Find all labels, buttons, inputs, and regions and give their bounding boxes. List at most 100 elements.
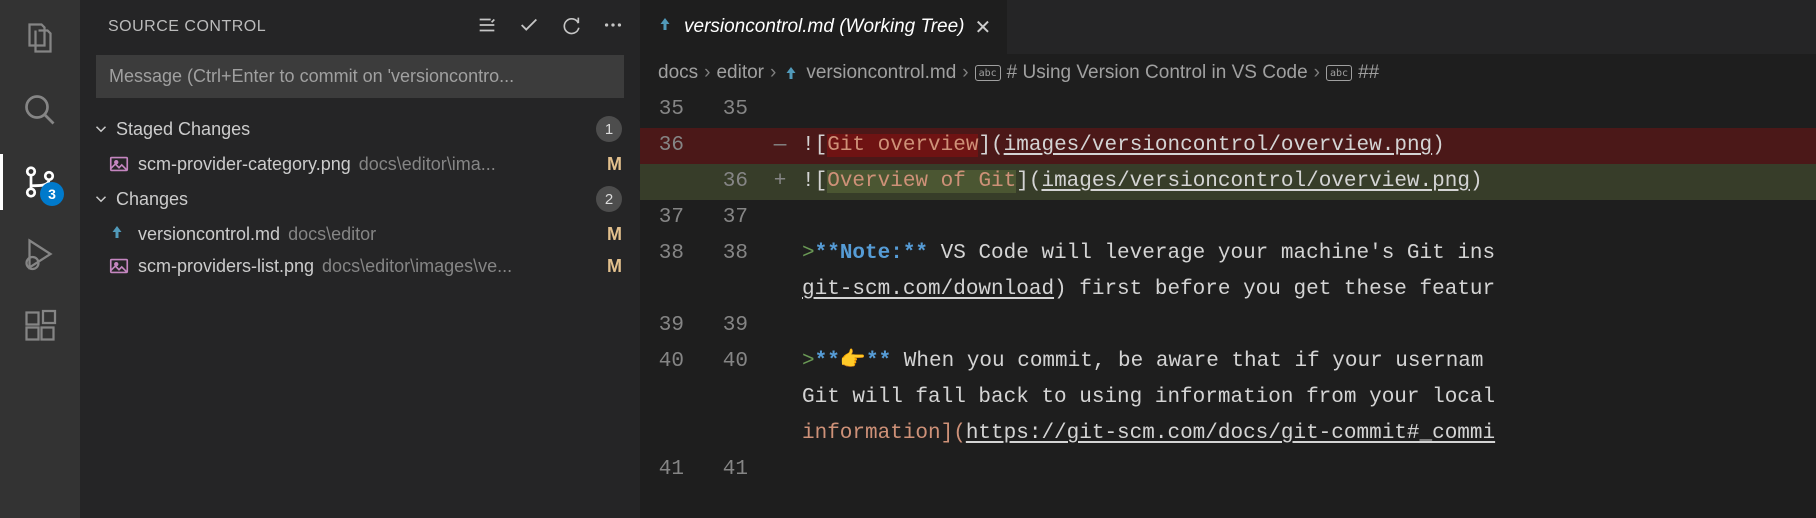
code-line-deleted: 36 — ![Git overview](images/versioncontr… bbox=[640, 128, 1816, 164]
code-text: ![Git overview](images/versioncontrol/ov… bbox=[792, 128, 1816, 164]
symbol-string-icon: abc bbox=[975, 65, 1001, 81]
file-name: versioncontrol.md bbox=[138, 224, 280, 245]
code-text: >**Note:** VS Code will leverage your ma… bbox=[792, 236, 1816, 272]
line-number-new: 35 bbox=[704, 92, 768, 128]
scm-badge: 3 bbox=[40, 182, 64, 206]
gutter: + bbox=[768, 164, 792, 200]
line-number-new bbox=[704, 128, 768, 164]
line-number-old: 38 bbox=[640, 236, 704, 272]
gutter bbox=[768, 200, 792, 236]
more-icon[interactable] bbox=[602, 14, 624, 39]
breadcrumb-segment[interactable]: docs bbox=[658, 62, 698, 84]
code-line: 38 38 >**Note:** VS Code will leverage y… bbox=[640, 236, 1816, 272]
code-line: information](https://git-scm.com/docs/gi… bbox=[640, 416, 1816, 452]
file-path: docs\editor bbox=[288, 224, 591, 245]
file-row[interactable]: versioncontrol.md docs\editor M bbox=[80, 218, 640, 250]
file-path: docs\editor\ima... bbox=[359, 154, 591, 175]
editor: versioncontrol.md (Working Tree) ✕ docs … bbox=[640, 0, 1816, 518]
line-number-new: 36 bbox=[704, 164, 768, 200]
image-file-icon bbox=[108, 153, 130, 175]
line-number-old: 39 bbox=[640, 308, 704, 344]
explorer-icon[interactable] bbox=[20, 18, 60, 58]
line-number-new bbox=[704, 416, 768, 452]
commit-icon[interactable] bbox=[518, 14, 540, 39]
line-number-new: 38 bbox=[704, 236, 768, 272]
line-number-new: 41 bbox=[704, 452, 768, 488]
view-tree-icon[interactable] bbox=[476, 14, 498, 39]
code-text: information](https://git-scm.com/docs/gi… bbox=[792, 416, 1816, 452]
editor-tab[interactable]: versioncontrol.md (Working Tree) ✕ bbox=[640, 0, 1008, 54]
code-text bbox=[792, 308, 1816, 344]
markdown-file-icon bbox=[108, 223, 130, 245]
file-name: scm-providers-list.png bbox=[138, 256, 314, 277]
code-line: 39 39 bbox=[640, 308, 1816, 344]
staged-count: 1 bbox=[596, 116, 622, 142]
markdown-file-icon bbox=[782, 64, 800, 82]
close-icon[interactable]: ✕ bbox=[975, 15, 992, 40]
file-row[interactable]: scm-provider-category.png docs\editor\im… bbox=[80, 148, 640, 180]
code-text: >**👉** When you commit, be aware that if… bbox=[792, 344, 1816, 380]
file-name: scm-provider-category.png bbox=[138, 154, 351, 175]
source-control-panel: SOURCE CONTROL Message (Ctrl+Enter to co… bbox=[80, 0, 640, 518]
staged-changes-header[interactable]: Staged Changes 1 bbox=[80, 110, 640, 148]
code-text bbox=[792, 92, 1816, 128]
line-number-old bbox=[640, 272, 704, 308]
code-text: Git will fall back to using information … bbox=[792, 380, 1816, 416]
gutter bbox=[768, 308, 792, 344]
tab-bar: versioncontrol.md (Working Tree) ✕ bbox=[640, 0, 1816, 54]
breadcrumb-segment[interactable]: ## bbox=[1358, 62, 1379, 84]
code-text bbox=[792, 200, 1816, 236]
extensions-icon[interactable] bbox=[20, 306, 60, 346]
chevron-right-icon: › bbox=[704, 62, 710, 84]
gutter bbox=[768, 92, 792, 128]
chevron-down-icon bbox=[92, 190, 110, 208]
changes-header[interactable]: Changes 2 bbox=[80, 180, 640, 218]
gutter: — bbox=[768, 128, 792, 164]
panel-title: SOURCE CONTROL bbox=[108, 18, 266, 36]
chevron-right-icon: › bbox=[770, 62, 776, 84]
breadcrumbs[interactable]: docs › editor › versioncontrol.md › abc … bbox=[640, 54, 1816, 92]
line-number-old: 36 bbox=[640, 128, 704, 164]
markdown-file-icon bbox=[656, 15, 674, 39]
line-number-old: 40 bbox=[640, 344, 704, 380]
file-status: M bbox=[599, 224, 622, 245]
gutter bbox=[768, 236, 792, 272]
code-line: git-scm.com/download) first before you g… bbox=[640, 272, 1816, 308]
source-control-icon[interactable]: 3 bbox=[20, 162, 60, 202]
line-number-old bbox=[640, 164, 704, 200]
code-line: 35 35 bbox=[640, 92, 1816, 128]
image-file-icon bbox=[108, 255, 130, 277]
line-number-new bbox=[704, 272, 768, 308]
line-number-new: 39 bbox=[704, 308, 768, 344]
run-debug-icon[interactable] bbox=[20, 234, 60, 274]
refresh-icon[interactable] bbox=[560, 14, 582, 39]
breadcrumb-segment[interactable]: versioncontrol.md bbox=[806, 62, 956, 84]
code-area[interactable]: 35 35 36 — ![Git overview](images/versio… bbox=[640, 92, 1816, 518]
code-line: 37 37 bbox=[640, 200, 1816, 236]
line-number-old bbox=[640, 416, 704, 452]
panel-actions bbox=[476, 14, 624, 39]
commit-message-input[interactable]: Message (Ctrl+Enter to commit on 'versio… bbox=[96, 55, 624, 98]
file-status: M bbox=[599, 256, 622, 277]
gutter bbox=[768, 272, 792, 308]
breadcrumb-segment[interactable]: # Using Version Control in VS Code bbox=[1007, 62, 1308, 84]
line-number-old: 35 bbox=[640, 92, 704, 128]
section-label: Changes bbox=[116, 189, 188, 210]
gutter bbox=[768, 452, 792, 488]
symbol-string-icon: abc bbox=[1326, 65, 1352, 81]
breadcrumb-segment[interactable]: editor bbox=[716, 62, 764, 84]
line-number-new: 40 bbox=[704, 344, 768, 380]
activity-bar: 3 bbox=[0, 0, 80, 518]
line-number-new bbox=[704, 380, 768, 416]
panel-header: SOURCE CONTROL bbox=[80, 0, 640, 49]
tab-label: versioncontrol.md (Working Tree) bbox=[684, 16, 965, 38]
gutter bbox=[768, 416, 792, 452]
line-number-old: 37 bbox=[640, 200, 704, 236]
code-text: git-scm.com/download) first before you g… bbox=[792, 272, 1816, 308]
code-line: 40 40 >**👉** When you commit, be aware t… bbox=[640, 344, 1816, 380]
file-row[interactable]: scm-providers-list.png docs\editor\image… bbox=[80, 250, 640, 282]
code-line: Git will fall back to using information … bbox=[640, 380, 1816, 416]
search-icon[interactable] bbox=[20, 90, 60, 130]
code-text bbox=[792, 452, 1816, 488]
changes-count: 2 bbox=[596, 186, 622, 212]
